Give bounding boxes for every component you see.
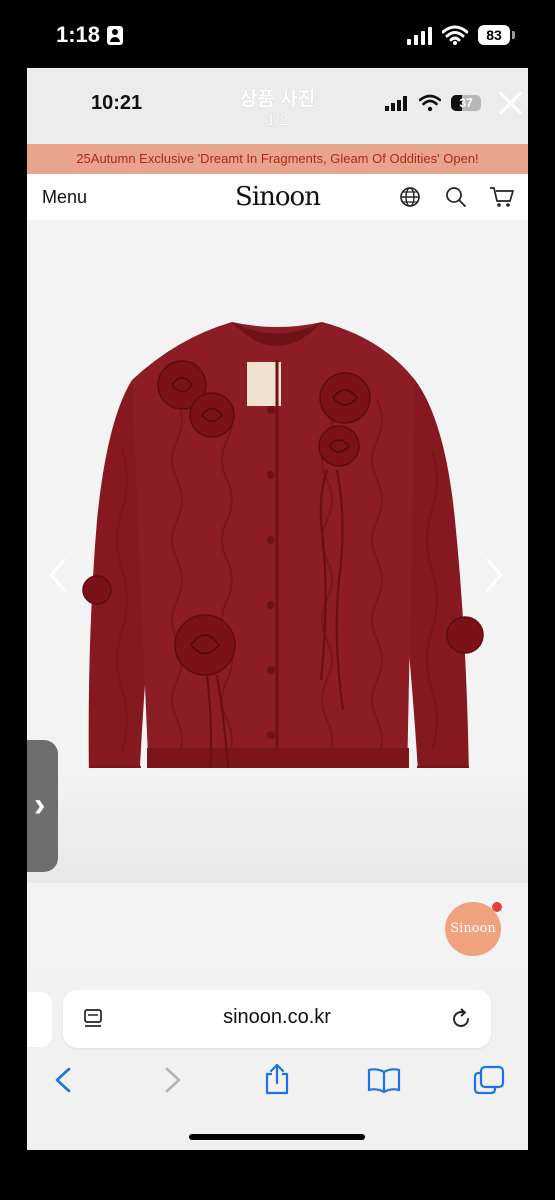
promo-banner-text: 25Autumn Exclusive 'Dreamt In Fragments,… (76, 151, 479, 166)
site-nav: Menu Sinoon (27, 174, 528, 220)
globe-icon[interactable] (399, 186, 421, 208)
device-status-bar: 1:18 83 (0, 0, 555, 68)
address-bar[interactable]: sinoon.co.kr (63, 990, 491, 1048)
chevron-right-icon: › (34, 786, 46, 824)
forward-icon[interactable] (163, 1066, 183, 1094)
cart-icon[interactable] (489, 185, 515, 209)
bookmarks-icon[interactable] (367, 1066, 401, 1094)
close-icon[interactable] (495, 88, 525, 118)
promo-banner[interactable]: 25Autumn Exclusive 'Dreamt In Fragments,… (27, 144, 528, 174)
previous-image-arrow-icon[interactable] (47, 555, 69, 595)
viewer-title: 상품 사진 (239, 89, 316, 110)
search-icon[interactable] (445, 186, 467, 208)
home-indicator[interactable] (189, 1134, 365, 1140)
url-text[interactable]: sinoon.co.kr (63, 1006, 491, 1029)
person-badge-icon (107, 26, 123, 45)
tabs-icon[interactable] (473, 1065, 505, 1095)
screenshot-viewer: 10:21 37 상품 사진 1/2 25Autumn Exclusive 'D… (27, 68, 528, 1150)
battery-cap (512, 31, 515, 39)
side-panel-tab[interactable]: › (27, 740, 58, 872)
cellular-signal-icon (407, 27, 435, 45)
chat-widget-label: Sinoon (450, 921, 496, 936)
image-fade (27, 768, 528, 883)
next-image-arrow-icon[interactable] (483, 555, 505, 595)
previous-tab-preview[interactable] (27, 992, 52, 1047)
battery-icon: 83 (478, 25, 510, 45)
image-counter: 1/2 (266, 112, 289, 129)
inner-status-bar: 10:21 37 상품 사진 1/2 (27, 68, 528, 144)
reload-icon[interactable] (449, 1007, 473, 1031)
wifi-icon (442, 25, 468, 45)
back-icon[interactable] (53, 1066, 73, 1094)
battery-level: 83 (486, 27, 502, 43)
device-time: 1:18 (56, 22, 101, 47)
notification-dot (492, 902, 502, 912)
share-icon[interactable] (263, 1062, 291, 1096)
